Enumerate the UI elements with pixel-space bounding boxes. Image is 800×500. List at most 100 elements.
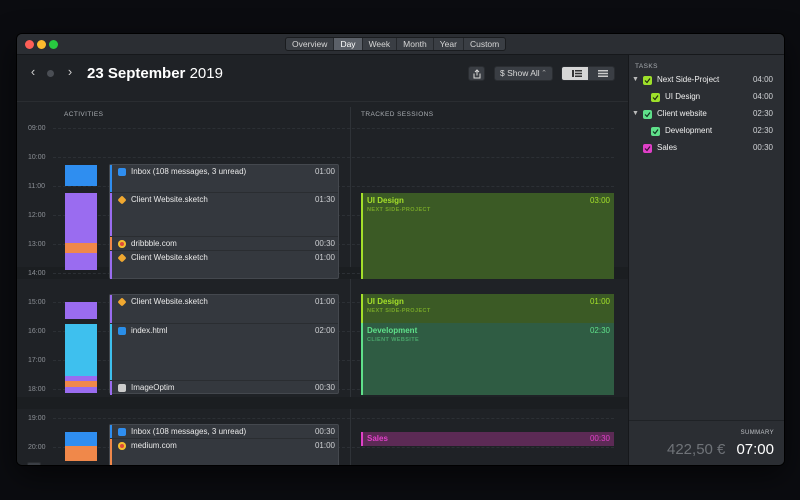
task-duration: 00:30 bbox=[752, 143, 773, 152]
session-color-bar bbox=[361, 432, 363, 446]
dropdown-caret-icon: ⌃ bbox=[541, 70, 547, 77]
disclosure-triangle-icon[interactable]: ▼ bbox=[632, 76, 639, 83]
block-segment-purple bbox=[65, 387, 97, 393]
task-row[interactable]: Development 02:30 bbox=[629, 123, 784, 140]
tracked-sessions-header: TRACKED SESSIONS bbox=[361, 111, 434, 118]
list-layout-button[interactable] bbox=[588, 67, 614, 80]
activity-row[interactable]: Client Website.sketch 01:00 bbox=[110, 295, 338, 324]
share-button[interactable] bbox=[468, 66, 485, 81]
block-segment-purple bbox=[65, 253, 97, 270]
activity-row[interactable]: index.html 02:00 bbox=[110, 324, 338, 381]
task-checkbox[interactable] bbox=[651, 127, 660, 136]
filter-dropdown[interactable]: $ Show All ⌃ bbox=[494, 66, 553, 81]
close-window-button[interactable] bbox=[25, 40, 34, 49]
tab-day[interactable]: Day bbox=[334, 38, 363, 50]
task-checkbox[interactable] bbox=[651, 93, 660, 102]
tracked-session[interactable]: Sales 00:30 bbox=[361, 432, 614, 446]
block-segment-blue bbox=[65, 165, 97, 186]
hour-label: 17:00 bbox=[28, 357, 46, 364]
hour-label: 16:00 bbox=[28, 328, 46, 335]
tab-custom[interactable]: Custom bbox=[464, 38, 505, 50]
vscode-icon bbox=[118, 327, 126, 335]
activity-group-card[interactable]: Inbox (108 messages, 3 unread) 00:30 med… bbox=[109, 424, 339, 465]
activity-row[interactable]: Client Website.sketch 01:00 bbox=[110, 251, 338, 279]
timeline-layout-button[interactable] bbox=[562, 67, 588, 80]
task-checkbox[interactable] bbox=[643, 76, 652, 85]
activity-row[interactable]: dribbble.com 00:30 bbox=[110, 237, 338, 251]
checkmark-icon bbox=[652, 95, 659, 101]
activity-duration: 01:00 bbox=[314, 167, 335, 176]
list-icon bbox=[598, 70, 608, 77]
task-checkbox[interactable] bbox=[643, 144, 652, 153]
activity-row[interactable]: ImageOptim 00:30 bbox=[110, 381, 338, 395]
hour-label: 15:00 bbox=[28, 299, 46, 306]
activity-duration: 00:30 bbox=[314, 239, 335, 248]
chrome-icon bbox=[118, 442, 126, 450]
activity-row[interactable]: medium.com 01:00 bbox=[110, 439, 338, 465]
hour-label: 19:00 bbox=[28, 415, 46, 422]
session-duration: 01:00 bbox=[589, 297, 610, 306]
task-checkbox[interactable] bbox=[643, 110, 652, 119]
checkmark-icon bbox=[644, 146, 651, 152]
task-row[interactable]: ▼ Client website 02:30 bbox=[629, 106, 784, 123]
activity-name: Inbox (108 messages, 3 unread) bbox=[131, 167, 247, 176]
tracked-session[interactable]: Development CLIENT WEBSITE 02:30 bbox=[361, 323, 614, 395]
tasks-sidebar: TASKS ▼ Next Side-Project 04:00 UI Desig… bbox=[628, 55, 784, 465]
summary-divider bbox=[629, 420, 784, 421]
checkmark-icon bbox=[644, 112, 651, 118]
checkmark-icon bbox=[644, 78, 651, 84]
session-title: UI Design bbox=[367, 196, 404, 205]
checkmark-icon bbox=[652, 129, 659, 135]
tab-month[interactable]: Month bbox=[397, 38, 434, 50]
minimize-window-button[interactable] bbox=[37, 40, 46, 49]
activity-duration: 00:30 bbox=[314, 383, 335, 392]
tab-overview[interactable]: Overview bbox=[286, 38, 335, 50]
tab-year[interactable]: Year bbox=[434, 38, 464, 50]
date-day-month: 23 September bbox=[87, 65, 186, 82]
activity-name: medium.com bbox=[131, 441, 177, 450]
activity-group-card[interactable]: Inbox (108 messages, 3 unread) 01:00 Cli… bbox=[109, 164, 339, 279]
activity-row[interactable]: Inbox (108 messages, 3 unread) 01:00 bbox=[110, 165, 338, 193]
title-bar: Overview Day Week Month Year Custom bbox=[17, 34, 784, 55]
activity-duration: 02:00 bbox=[314, 326, 335, 335]
activity-group-card[interactable]: Client Website.sketch 01:00 index.html 0… bbox=[109, 294, 339, 395]
date-year: 2019 bbox=[189, 65, 223, 82]
hour-label: 18:00 bbox=[28, 386, 46, 393]
tracked-session[interactable]: UI Design NEXT SIDE-PROJECT 01:00 bbox=[361, 294, 614, 323]
zoom-window-button[interactable] bbox=[49, 40, 58, 49]
activities-header: ACTIVITIES bbox=[64, 111, 104, 118]
share-icon bbox=[473, 69, 481, 79]
hour-gridline bbox=[53, 128, 614, 129]
hour-label: 09:00 bbox=[28, 125, 46, 132]
task-name: Development bbox=[665, 126, 713, 135]
activity-row[interactable]: Inbox (108 messages, 3 unread) 00:30 bbox=[110, 425, 338, 439]
activity-color-stripe bbox=[110, 165, 112, 192]
tracked-session[interactable]: UI Design NEXT SIDE-PROJECT 03:00 bbox=[361, 193, 614, 279]
activity-name: Client Website.sketch bbox=[131, 253, 208, 262]
task-row[interactable]: UI Design 04:00 bbox=[629, 89, 784, 106]
session-project: NEXT SIDE-PROJECT bbox=[367, 308, 431, 314]
activity-name: Client Website.sketch bbox=[131, 195, 208, 204]
date-title: 23 September 2019 bbox=[87, 65, 223, 82]
disclosure-triangle-icon[interactable]: ▼ bbox=[632, 110, 639, 117]
tab-week[interactable]: Week bbox=[363, 38, 398, 50]
activity-duration: 00:30 bbox=[314, 427, 335, 436]
mail-icon bbox=[118, 428, 126, 436]
zoom-in-button[interactable]: + bbox=[27, 462, 41, 465]
next-day-button[interactable]: › bbox=[64, 65, 76, 79]
hour-gridline bbox=[53, 418, 614, 419]
activity-row[interactable]: Client Website.sketch 01:30 bbox=[110, 193, 338, 237]
activity-color-stripe bbox=[110, 237, 112, 250]
layout-toggle bbox=[561, 66, 615, 81]
day-view: ‹ › 23 September 2019 $ Show All ⌃ ACTIV… bbox=[17, 55, 628, 465]
task-row[interactable]: ▼ Next Side-Project 04:00 bbox=[629, 72, 784, 89]
task-duration: 04:00 bbox=[752, 75, 773, 84]
activity-color-stripe bbox=[110, 425, 112, 438]
sketch-icon bbox=[117, 253, 127, 263]
previous-day-button[interactable]: ‹ bbox=[27, 65, 39, 79]
today-button[interactable] bbox=[47, 70, 54, 77]
session-title: UI Design bbox=[367, 297, 404, 306]
task-row[interactable]: Sales 00:30 bbox=[629, 140, 784, 157]
task-name: Client website bbox=[657, 109, 707, 118]
session-project: CLIENT WEBSITE bbox=[367, 337, 420, 343]
